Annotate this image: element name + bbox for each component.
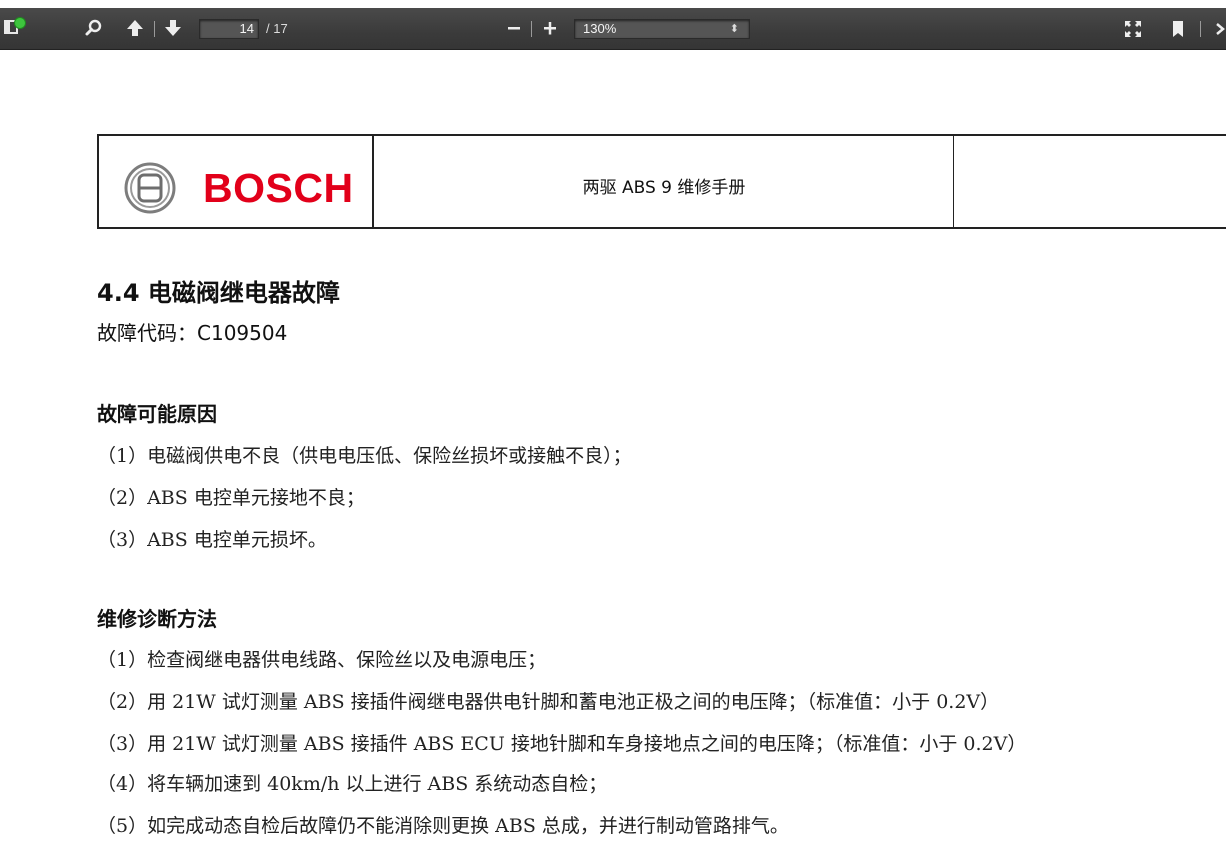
- search-button[interactable]: [84, 18, 104, 38]
- diagnosis-item-2: （2）用 21W 试灯测量 ABS 接插件阀继电器供电针脚和蓄电池正极之间的电压…: [97, 691, 1000, 713]
- toolbar-divider: [154, 21, 155, 37]
- document-header-table: BOSCH 两驱 ABS 9 维修手册: [97, 134, 1226, 229]
- diagnosis-item-3: （3）用 21W 试灯测量 ABS 接插件 ABS ECU 接地针脚和车身接地点…: [97, 733, 1027, 755]
- tools-menu-button[interactable]: [1214, 20, 1226, 38]
- arrow-down-icon: [165, 20, 181, 36]
- header-title-cell: 两驱 ABS 9 维修手册: [374, 136, 954, 227]
- page-number-input[interactable]: 14: [199, 19, 259, 39]
- presentation-mode-button[interactable]: [1124, 20, 1142, 38]
- bosch-logo-text: BOSCH: [203, 165, 354, 211]
- select-caret-icon: ⬍: [729, 23, 739, 35]
- manual-title: 两驱 ABS 9 维修手册: [582, 178, 746, 198]
- toolbar-divider: [1200, 21, 1201, 37]
- diagnosis-item-4: （4）将车辆加速到 40km/h 以上进行 ABS 系统动态自检；: [97, 773, 608, 795]
- page-count-label: / 17: [266, 21, 288, 36]
- previous-page-button[interactable]: [125, 18, 145, 38]
- section-heading: 4.4 电磁阀继电器故障: [97, 279, 340, 307]
- header-blank-cell: [954, 136, 1226, 227]
- search-icon: [85, 19, 102, 36]
- zoom-level-select[interactable]: 130% ⬍: [574, 19, 750, 39]
- sidebar-toggle-button[interactable]: [4, 17, 26, 37]
- minus-icon: [508, 27, 520, 30]
- arrow-up-icon: [127, 20, 143, 36]
- status-dot-icon: [14, 17, 26, 29]
- bookmark-icon: [1173, 21, 1183, 37]
- pdf-page: BOSCH 两驱 ABS 9 维修手册 4.4 电磁阀继电器故障 故障代码：C1…: [0, 50, 1226, 865]
- zoom-in-button[interactable]: [542, 18, 558, 38]
- header-logo-cell: BOSCH: [99, 136, 374, 227]
- causes-heading: 故障可能原因: [97, 402, 217, 426]
- sidebar-pane-icon: [6, 22, 10, 32]
- bookmark-button[interactable]: [1172, 20, 1184, 38]
- fault-code-line: 故障代码：C109504: [97, 321, 288, 345]
- bosch-armature-logo-icon: [124, 162, 176, 214]
- pdf-toolbar: 14 / 17 130% ⬍: [0, 8, 1226, 50]
- next-page-button[interactable]: [163, 18, 183, 38]
- zoom-level-value: 130%: [583, 21, 617, 36]
- cause-item-1: （1）电磁阀供电不良（供电电压低、保险丝损坏或接触不良）；: [97, 445, 632, 467]
- cause-item-3: （3）ABS 电控单元损坏。: [97, 529, 327, 551]
- cause-item-2: （2）ABS 电控单元接地不良；: [97, 487, 365, 509]
- plus-icon: [544, 22, 556, 35]
- diagnosis-item-5: （5）如完成动态自检后故障仍不能消除则更换 ABS 总成，并进行制动管路排气。: [97, 815, 789, 837]
- diagnosis-item-1: （1）检查阀继电器供电线路、保险丝以及电源电压；: [97, 649, 547, 671]
- chevron-right-icon: [1216, 23, 1225, 35]
- zoom-out-button[interactable]: [506, 18, 522, 38]
- toolbar-divider: [531, 21, 532, 37]
- diagnosis-heading: 维修诊断方法: [97, 607, 217, 631]
- fullscreen-icon: [1125, 21, 1141, 37]
